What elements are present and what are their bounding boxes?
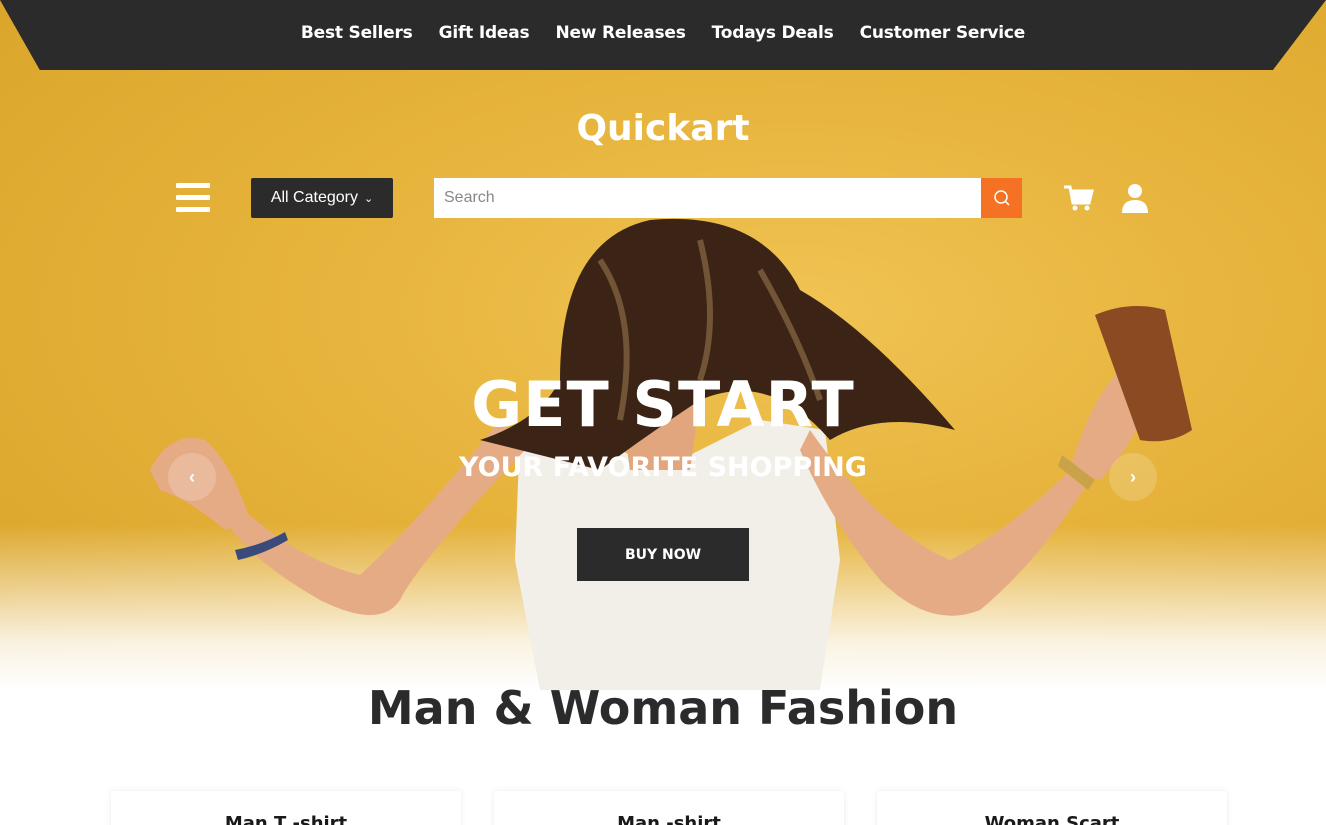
category-label: All Category [270,189,358,206]
product-card-title: Woman Scart [984,813,1120,825]
cart-icon[interactable] [1062,181,1096,215]
nav-new-releases[interactable]: New Releases [555,23,685,43]
user-icon[interactable] [1118,181,1152,215]
product-card[interactable]: Woman Scart [877,791,1227,825]
category-dropdown[interactable]: All Category ⌄ [251,178,393,218]
nav-gift-ideas[interactable]: Gift Ideas [439,23,530,43]
product-card-title: Man -shirt [617,813,721,825]
hero-banner [0,0,1326,690]
search-input[interactable] [434,178,982,218]
nav-todays-deals[interactable]: Todays Deals [712,23,834,43]
nav-customer-service[interactable]: Customer Service [860,23,1026,43]
nav-best-sellers[interactable]: Best Sellers [301,23,413,43]
search-icon [993,190,1010,206]
top-navbar: Best Sellers Gift Ideas New Releases Tod… [0,0,1326,70]
product-card[interactable]: Man T -shirt [111,791,461,825]
product-card-title: Man T -shirt [224,813,348,825]
hero-model-image [150,218,1192,690]
hero-subheadline: YOUR FAVORITE SHOPPING [459,452,867,483]
product-card[interactable]: Man -shirt [494,791,844,825]
hamburger-icon[interactable] [176,183,210,213]
hero-headline: GET START [471,368,855,441]
chevron-down-icon: ⌄ [363,192,374,205]
section-title: Man & Woman Fashion [367,681,959,735]
brand-logo[interactable]: Quickart [0,108,1326,149]
search-button[interactable] [981,178,1022,218]
buy-now-button[interactable]: BUY NOW [577,528,749,581]
